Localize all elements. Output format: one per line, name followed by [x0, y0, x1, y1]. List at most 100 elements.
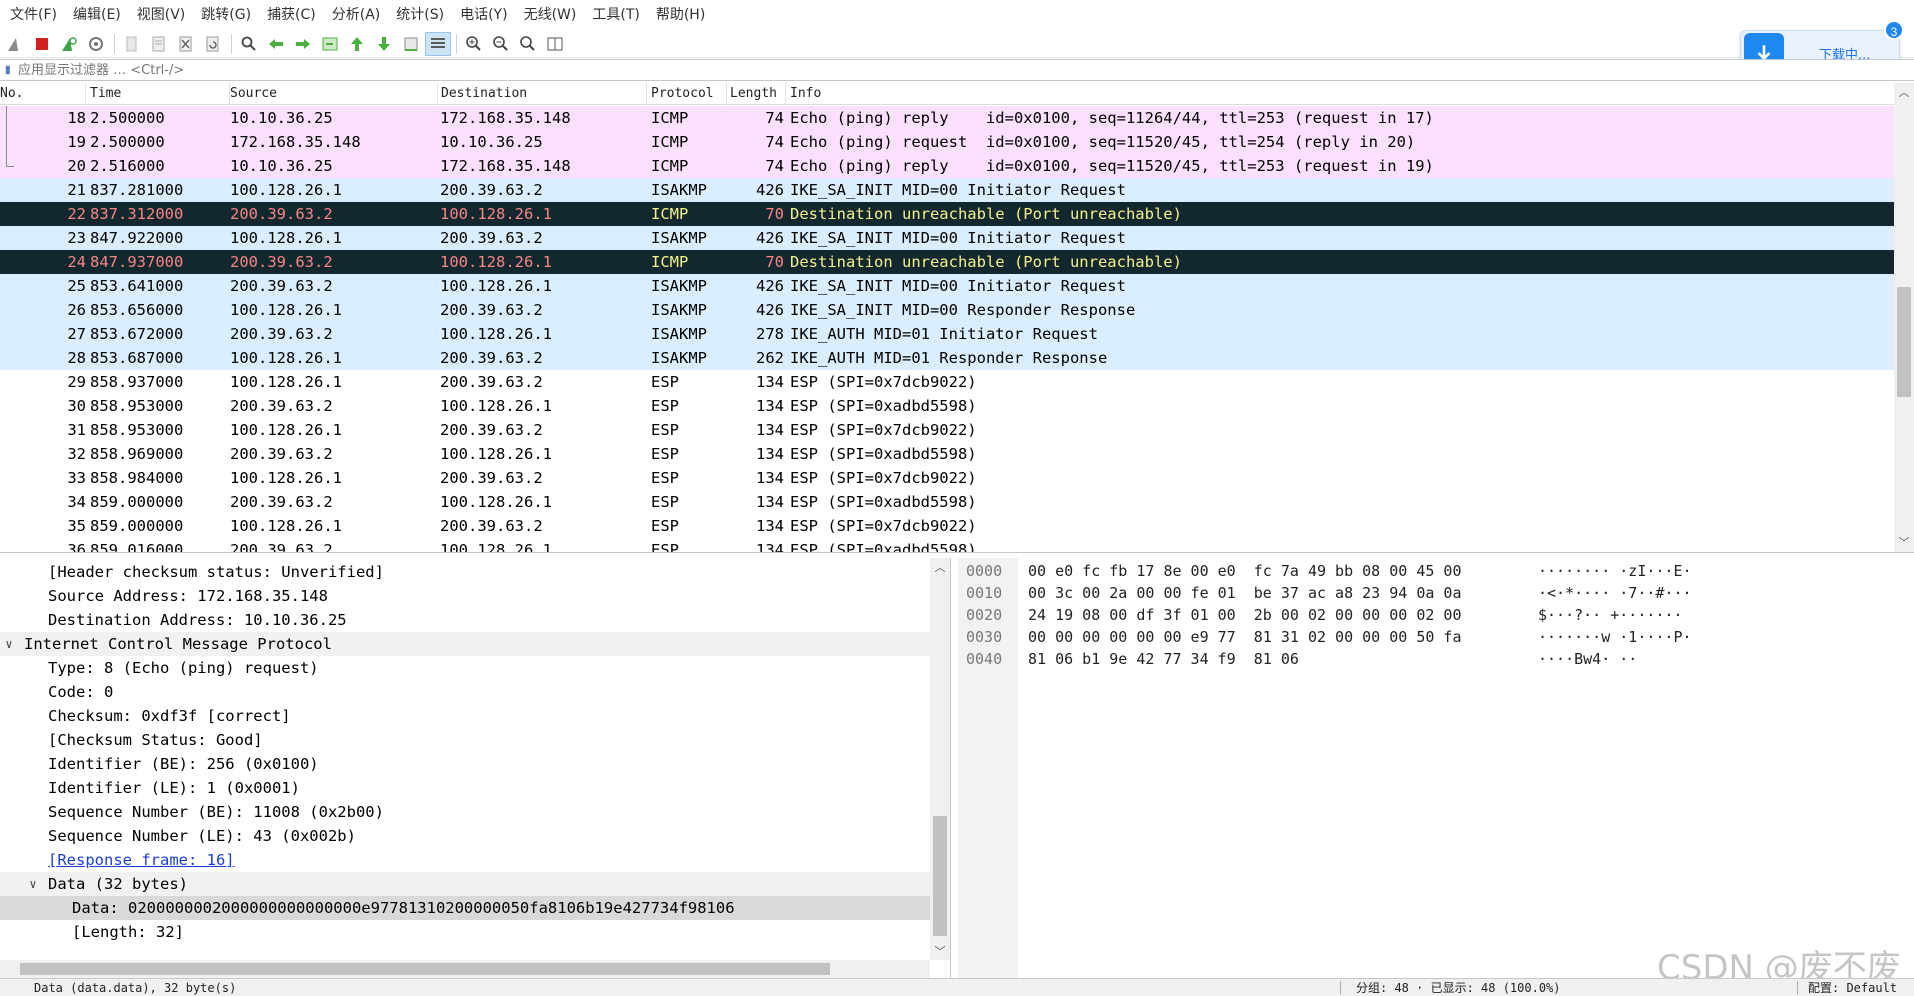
expand-chevron-icon[interactable]: ∨ [2, 632, 16, 656]
ascii-bytes[interactable]: ·······w ·1····P· [1538, 626, 1692, 648]
detail-section-header[interactable]: ∨ Data (32 bytes) [0, 872, 930, 896]
packet-protocol: ICMP [651, 109, 689, 127]
scrollbar-thumb[interactable] [933, 816, 947, 936]
packet-row[interactable]: 30 858.953000 200.39.63.2 100.128.26.1 ESP 13… [0, 394, 1894, 418]
packet-row[interactable]: 32 858.969000 200.39.63.2 100.128.26.1 ESP 13… [0, 442, 1894, 466]
column-header-destination[interactable]: Destination [437, 83, 647, 105]
column-header-length[interactable]: Length [726, 83, 786, 105]
packet-row[interactable]: 28 853.687000 100.128.26.1 200.39.63.2 ISAKM… [0, 346, 1894, 370]
menu-item[interactable]: 分析(A) [324, 0, 389, 30]
hex-bytes[interactable]: 81 06 b1 9e 42 77 34 f9 81 06 [1028, 648, 1299, 670]
packet-row[interactable]: 21 837.281000 100.128.26.1 200.39.63.2 ISAKM… [0, 178, 1894, 202]
packet-row[interactable]: 19 2.500000 172.168.35.148 10.10.36.25 ICMP 7… [0, 130, 1894, 154]
packet-row[interactable]: 36 859.016000 200.39.63.2 100.128.26.1 ESP 13… [0, 538, 1894, 552]
details-vertical-scrollbar[interactable]: ︿ ﹀ [930, 558, 950, 960]
open-file-icon[interactable] [119, 32, 145, 56]
menu-item[interactable]: 编辑(E) [65, 0, 129, 30]
detail-section-header[interactable]: ∨ Internet Control Message Protocol [0, 632, 930, 656]
capture-options-icon[interactable] [83, 32, 109, 56]
detail-field[interactable]: [Response frame: 16] [0, 848, 930, 872]
find-packet-icon[interactable] [236, 32, 262, 56]
hex-bytes[interactable]: 00 00 00 00 00 00 e9 77 81 31 02 00 00 0… [1028, 626, 1461, 648]
hex-bytes[interactable]: 00 3c 00 2a 00 00 fe 01 be 37 ac a8 23 9… [1028, 582, 1461, 604]
zoom-in-icon[interactable] [461, 32, 487, 56]
ascii-bytes[interactable]: ········ ·zI···E· [1538, 560, 1692, 582]
scroll-down-icon[interactable]: ﹀ [1894, 533, 1914, 551]
packet-row[interactable]: 20 2.516000 10.10.36.25 172.168.35.148 ICMP 7… [0, 154, 1894, 178]
menu-item[interactable]: 跳转(G) [193, 0, 259, 30]
packet-row[interactable]: 24 847.937000 200.39.63.2 100.128.26.1 ICMP 7… [0, 250, 1894, 274]
last-packet-icon[interactable] [371, 32, 397, 56]
column-header-info[interactable]: Info [786, 83, 1894, 105]
menu-item[interactable]: 电话(Y) [452, 0, 515, 30]
detail-field[interactable]: Type: 8 (Echo (ping) request) [0, 656, 930, 680]
detail-field[interactable]: [Header checksum status: Unverified] [0, 560, 930, 584]
scroll-down-icon[interactable]: ﹀ [930, 942, 950, 960]
packet-row[interactable]: 33 858.984000 100.128.26.1 200.39.63.2 ESP 13… [0, 466, 1894, 490]
packet-list-scrollbar[interactable]: ︿ ﹀ [1894, 83, 1914, 552]
detail-field[interactable]: Sequence Number (LE): 43 (0x002b) [0, 824, 930, 848]
detail-field[interactable]: Code: 0 [0, 680, 930, 704]
first-packet-icon[interactable] [344, 32, 370, 56]
column-header-time[interactable]: Time [86, 83, 230, 105]
detail-field[interactable]: Data: 0200000002000000000000000e97781310… [0, 896, 930, 920]
ascii-bytes[interactable]: ····Bw4· ·· [1538, 648, 1637, 670]
display-filter-input[interactable] [16, 60, 1914, 80]
menu-item[interactable]: 帮助(H) [648, 0, 713, 30]
packet-row[interactable]: 23 847.922000 100.128.26.1 200.39.63.2 ISAKM… [0, 226, 1894, 250]
zoom-out-icon[interactable] [488, 32, 514, 56]
packet-row[interactable]: 18 2.500000 10.10.36.25 172.168.35.148 ICMP 7… [0, 106, 1894, 130]
packet-row[interactable]: 26 853.656000 100.128.26.1 200.39.63.2 ISAKM… [0, 298, 1894, 322]
packet-row[interactable]: 27 853.672000 200.39.63.2 100.128.26.1 ISAKM… [0, 322, 1894, 346]
detail-field[interactable]: Sequence Number (BE): 11008 (0x2b00) [0, 800, 930, 824]
column-header-no[interactable]: No. [0, 83, 86, 105]
expand-chevron-icon[interactable]: ∨ [26, 872, 40, 896]
detail-field[interactable]: Source Address: 172.168.35.148 [0, 584, 930, 608]
stop-capture-icon[interactable] [29, 32, 55, 56]
auto-scroll-icon[interactable] [398, 32, 424, 56]
bookmark-icon[interactable] [0, 60, 16, 80]
hex-bytes[interactable]: 24 19 08 00 df 3f 01 00 2b 00 02 00 00 0… [1028, 604, 1461, 626]
close-file-icon[interactable] [173, 32, 199, 56]
packet-row[interactable]: 31 858.953000 100.128.26.1 200.39.63.2 ESP 13… [0, 418, 1894, 442]
scroll-up-icon[interactable]: ︿ [1894, 83, 1914, 101]
menu-item[interactable]: 工具(T) [584, 0, 647, 30]
resize-columns-icon[interactable] [542, 32, 568, 56]
details-horizontal-scrollbar[interactable] [0, 960, 930, 978]
detail-field[interactable]: Checksum: 0xdf3f [correct] [0, 704, 930, 728]
packet-row[interactable]: 22 837.312000 200.39.63.2 100.128.26.1 ICMP 7… [0, 202, 1894, 226]
shark-fin-start-icon[interactable] [2, 32, 28, 56]
colorize-icon[interactable] [425, 31, 451, 56]
packet-row[interactable]: 34 859.000000 200.39.63.2 100.128.26.1 ESP 13… [0, 490, 1894, 514]
packet-row[interactable]: 25 853.641000 200.39.63.2 100.128.26.1 ISAKM… [0, 274, 1894, 298]
menu-item[interactable]: 无线(W) [516, 0, 585, 30]
scroll-up-icon[interactable]: ︿ [930, 558, 950, 576]
detail-field[interactable]: [Checksum Status: Good] [0, 728, 930, 752]
go-to-packet-icon[interactable] [317, 32, 343, 56]
hex-bytes[interactable]: 00 e0 fc fb 17 8e 00 e0 fc 7a 49 bb 08 0… [1028, 560, 1461, 582]
ascii-bytes[interactable]: ·<·*···· ·7··#··· [1538, 582, 1692, 604]
detail-field[interactable]: Destination Address: 10.10.36.25 [0, 608, 930, 632]
packet-row[interactable]: 29 858.937000 100.128.26.1 200.39.63.2 ESP 13… [0, 370, 1894, 394]
column-header-protocol[interactable]: Protocol [647, 83, 727, 105]
scrollbar-thumb[interactable] [1897, 287, 1911, 397]
save-file-icon[interactable] [146, 32, 172, 56]
menu-item[interactable]: 文件(F) [2, 0, 65, 30]
go-back-icon[interactable] [263, 32, 289, 56]
menu-item[interactable]: 视图(V) [129, 0, 194, 30]
menu-item[interactable]: 统计(S) [388, 0, 452, 30]
packet-row[interactable]: 35 859.000000 100.128.26.1 200.39.63.2 ESP 13… [0, 514, 1894, 538]
normal-size-icon[interactable] [515, 32, 541, 56]
go-forward-icon[interactable] [290, 32, 316, 56]
column-header-source[interactable]: Source [226, 83, 438, 105]
response-frame-link[interactable]: [Response frame: 16] [48, 848, 235, 872]
menu-item[interactable]: 捕获(C) [259, 0, 324, 30]
status-profile[interactable]: 配置: Default [1808, 979, 1897, 996]
reload-icon[interactable] [200, 32, 226, 56]
ascii-bytes[interactable]: $···?·· +······· [1538, 604, 1683, 626]
scrollbar-thumb[interactable] [20, 963, 830, 975]
detail-field[interactable]: Identifier (LE): 1 (0x0001) [0, 776, 930, 800]
detail-field[interactable]: [Length: 32] [0, 920, 930, 944]
restart-capture-icon[interactable] [56, 32, 82, 56]
detail-field[interactable]: Identifier (BE): 256 (0x0100) [0, 752, 930, 776]
